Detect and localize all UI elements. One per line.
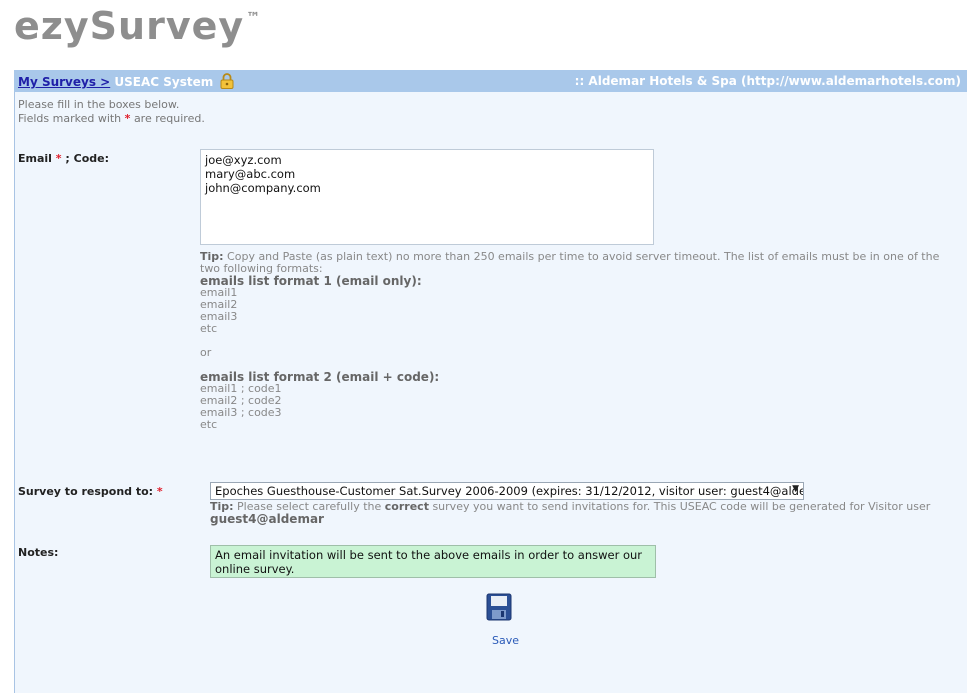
format-2-line: email2 ; code2 (200, 394, 282, 407)
email-tip-text: Tip: Copy and Paste (as plain text) no m… (200, 251, 960, 275)
format-1-title: emails list format 1 (email only): (200, 274, 422, 288)
my-surveys-link[interactable]: My Surveys > (18, 75, 110, 89)
code-label-text: ; Code: (65, 152, 109, 165)
intro-text-end: are required. (133, 112, 205, 125)
floppy-disk-icon[interactable] (486, 593, 512, 621)
tip-emphasis: correct (384, 500, 429, 513)
survey-label-text: Survey to respond to: (18, 485, 154, 498)
email-label-text: Email (18, 152, 52, 165)
required-marker: * (156, 485, 163, 498)
app-logo: ezySurvey ™ (14, 4, 261, 48)
notes-field-label: Notes: (18, 546, 59, 559)
survey-select[interactable]: Epoches Guesthouse-Customer Sat.Survey 2… (210, 482, 804, 500)
survey-field-label: Survey to respond to: * (18, 485, 163, 498)
email-line: joe@xyz.com (205, 153, 282, 167)
format-1-line: email3 (200, 310, 238, 323)
tip-body: Copy and Paste (as plain text) no more t… (200, 250, 940, 275)
intro-text: Fields marked with (18, 112, 122, 125)
logo-text: ezySurvey (14, 4, 245, 48)
breadcrumb: My Surveys > USEAC System (18, 73, 234, 89)
required-marker: * (55, 152, 62, 165)
form-intro: Please fill in the boxes below. Fields m… (18, 98, 205, 126)
format-2-title: emails list format 2 (email + code): (200, 370, 440, 384)
format-2-line: etc (200, 418, 218, 431)
email-line: john@company.com (205, 181, 321, 195)
email-tip: Tip: Copy and Paste (as plain text) no m… (200, 251, 960, 431)
format-2-line: email1 ; code1 (200, 382, 282, 395)
dropdown-arrow-icon[interactable]: ▼ (792, 484, 799, 494)
save-button[interactable]: Save (492, 634, 519, 647)
email-line: mary@abc.com (205, 167, 296, 181)
intro-line-1: Please fill in the boxes below. (18, 98, 180, 111)
section-title: USEAC System (114, 75, 214, 89)
notes-textarea[interactable]: An email invitation will be sent to the … (210, 545, 656, 578)
company-name: :: Aldemar Hotels & Spa (http://www.alde… (574, 74, 961, 88)
lock-icon (220, 73, 234, 89)
survey-selected-value: Epoches Guesthouse-Customer Sat.Survey 2… (215, 484, 804, 498)
format-1-line: email2 (200, 298, 238, 311)
format-2-line: email3 ; code3 (200, 406, 282, 419)
trademark-mark: ™ (246, 10, 262, 26)
email-field-label: Email * ; Code: (18, 152, 109, 165)
survey-tip: Tip: Please select carefully the correct… (210, 500, 960, 526)
required-marker: * (124, 112, 131, 125)
or-separator: or (200, 346, 212, 359)
tip-body-end: survey you want to send invitations for.… (432, 500, 931, 513)
format-1-line: email1 (200, 286, 238, 299)
visitor-user: guest4@aldemar (210, 512, 324, 526)
intro-line-2: Fields marked with * are required. (18, 112, 205, 126)
emails-textarea[interactable]: joe@xyz.com mary@abc.com john@company.co… (200, 149, 654, 245)
format-1-line: etc (200, 322, 218, 335)
